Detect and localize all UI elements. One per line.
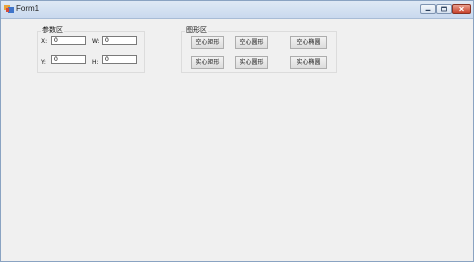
h-label: H:: [92, 59, 99, 66]
maximize-icon: [441, 6, 447, 12]
w-input[interactable]: [102, 36, 137, 45]
solid-ellipse-button[interactable]: 实心椭圆: [290, 56, 327, 69]
title-bar[interactable]: Form1: [1, 1, 473, 19]
shapes-group-caption: 图形区: [185, 26, 208, 34]
close-icon: [459, 6, 464, 12]
w-label: W:: [92, 38, 100, 45]
minimize-icon: [425, 9, 431, 11]
h-input[interactable]: [102, 55, 137, 64]
close-button[interactable]: [452, 4, 471, 14]
window-title: Form1: [16, 4, 40, 13]
main-window: Form1 参数区 X: W: Y: H: 图形区 空心矩形 空心圆形 空心椭圆…: [0, 0, 474, 262]
minimize-button[interactable]: [420, 4, 436, 14]
solid-rectangle-button[interactable]: 实心矩形: [191, 56, 224, 69]
solid-circle-button[interactable]: 实心圆形: [235, 56, 268, 69]
y-input[interactable]: [51, 55, 86, 64]
x-input[interactable]: [51, 36, 86, 45]
params-group-caption: 参数区: [41, 26, 64, 34]
app-icon: [4, 5, 14, 13]
x-label: X:: [41, 38, 48, 45]
hollow-rectangle-button[interactable]: 空心矩形: [191, 36, 224, 49]
maximize-button[interactable]: [436, 4, 452, 14]
hollow-ellipse-button[interactable]: 空心椭圆: [290, 36, 327, 49]
hollow-circle-button[interactable]: 空心圆形: [235, 36, 268, 49]
y-label: Y:: [41, 59, 46, 66]
